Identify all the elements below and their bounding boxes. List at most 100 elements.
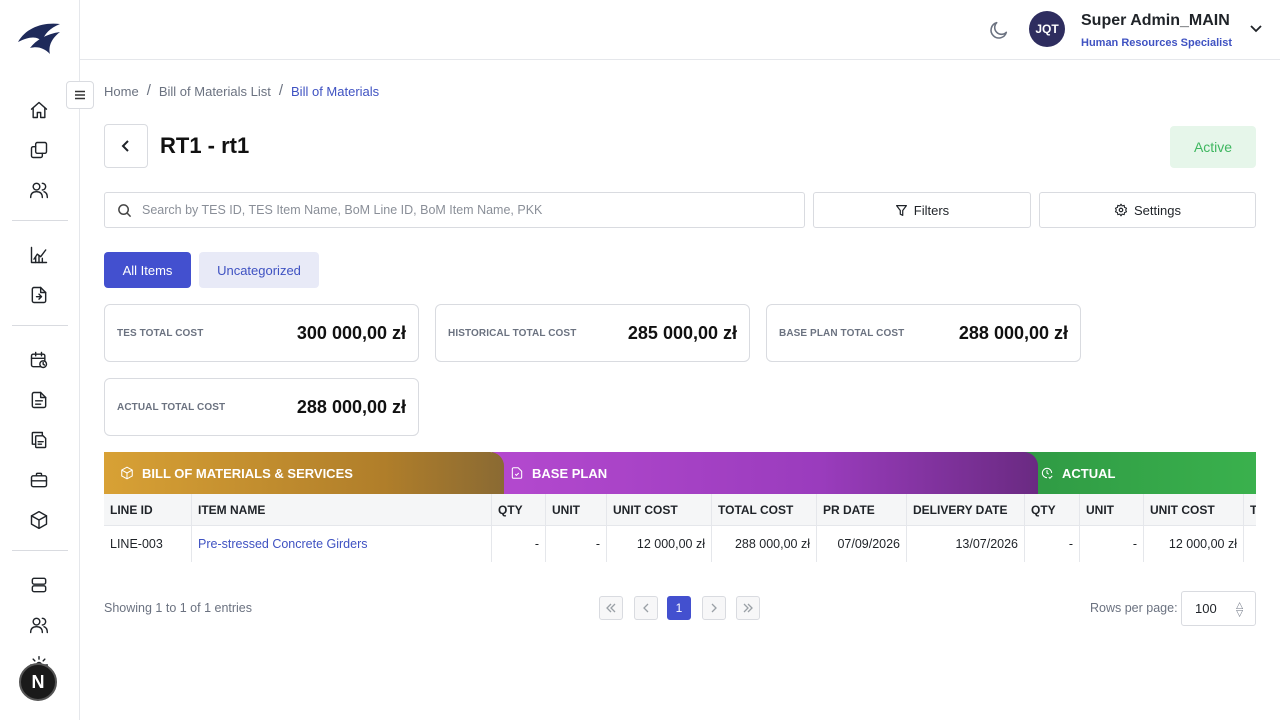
file-check-icon xyxy=(511,467,523,479)
prev-page-button[interactable] xyxy=(634,596,658,620)
cell-qty: - xyxy=(492,526,546,562)
page-title: RT1 - rt1 xyxy=(160,133,250,158)
rows-per-page-value: 100 xyxy=(1195,601,1217,616)
floating-n-badge[interactable]: N xyxy=(19,663,57,701)
filters-label: Filters xyxy=(913,202,950,218)
status-badge: Active xyxy=(1170,126,1256,168)
card-value: 285 000,00 zł xyxy=(627,322,737,343)
base-plan-total-cost-card: BASE PLAN TOTAL COST 288 000,00 zł xyxy=(766,304,1081,362)
tab-all-items[interactable]: All Items xyxy=(104,252,191,288)
user-name: Super Admin_MAIN xyxy=(1081,12,1230,29)
group-label: BASE PLAN xyxy=(532,465,608,481)
tes-total-cost-card: TES TOTAL COST 300 000,00 zł xyxy=(104,304,419,362)
column-header[interactable]: UNIT xyxy=(1080,494,1144,526)
column-header[interactable]: DELIVERY DATE xyxy=(907,494,1025,526)
cell-item-name-link[interactable]: Pre-stressed Concrete Girders xyxy=(192,526,492,562)
breadcrumb-bom-list[interactable]: Bill of Materials List xyxy=(159,84,271,99)
home-icon[interactable] xyxy=(28,99,50,121)
search-icon xyxy=(118,203,132,217)
box-icon xyxy=(121,466,133,480)
copy-document-icon[interactable] xyxy=(28,429,50,451)
column-header[interactable]: TOTAL COST xyxy=(712,494,817,526)
cell-actual-qty: - xyxy=(1025,526,1080,562)
users-icon[interactable] xyxy=(28,179,50,201)
search-bar xyxy=(104,192,805,228)
settings-button[interactable]: Settings xyxy=(1039,192,1256,228)
cell-actual-unit-cost: 12 000,00 zł xyxy=(1144,526,1244,562)
card-value: 288 000,00 zł xyxy=(296,396,406,417)
sidebar-toggle-button[interactable] xyxy=(66,81,94,109)
breadcrumb-separator: / xyxy=(146,82,151,99)
filter-icon xyxy=(895,204,907,216)
cell-line-id: LINE-003 xyxy=(104,526,192,562)
column-header[interactable]: QTY xyxy=(492,494,546,526)
tab-uncategorized[interactable]: Uncategorized xyxy=(199,252,319,288)
chevron-left-icon xyxy=(643,603,649,613)
calendar-clock-icon[interactable] xyxy=(28,349,50,371)
breadcrumb-home[interactable]: Home xyxy=(104,84,139,99)
card-label: ACTUAL TOTAL COST xyxy=(117,401,226,413)
chevrons-right-icon xyxy=(743,603,753,613)
entries-info: Showing 1 to 1 of 1 entries xyxy=(104,601,253,615)
cell-total-cost: 288 000,00 zł xyxy=(712,526,817,562)
app-logo[interactable] xyxy=(16,18,64,58)
chevrons-left-icon xyxy=(606,603,616,613)
column-header[interactable]: UNIT xyxy=(546,494,607,526)
team-icon[interactable] xyxy=(28,614,50,636)
layers-icon[interactable] xyxy=(28,139,50,161)
filters-button[interactable]: Filters xyxy=(813,192,1031,228)
column-header[interactable]: PR DATE xyxy=(817,494,907,526)
last-page-button[interactable] xyxy=(736,596,760,620)
column-header[interactable]: UNIT COST xyxy=(607,494,712,526)
first-page-button[interactable] xyxy=(599,596,623,620)
rows-per-page-label: Rows per page: xyxy=(1090,601,1178,615)
gear-icon xyxy=(1114,203,1128,217)
chevron-right-icon xyxy=(711,603,717,613)
search-input[interactable] xyxy=(142,203,762,217)
cell-unit-cost: 12 000,00 zł xyxy=(607,526,712,562)
group-label: BILL OF MATERIALS & SERVICES xyxy=(142,465,353,481)
column-header[interactable]: ITEM NAME xyxy=(192,494,492,526)
card-label: BASE PLAN TOTAL COST xyxy=(779,327,905,339)
card-label: TES TOTAL COST xyxy=(117,327,204,339)
cell-unit: - xyxy=(546,526,607,562)
column-header[interactable]: QTY xyxy=(1025,494,1080,526)
group-base-plan: BASE PLAN xyxy=(492,452,1038,494)
column-header[interactable]: LINE ID xyxy=(104,494,192,526)
clock-check-icon xyxy=(1041,467,1053,479)
file-import-icon[interactable] xyxy=(28,284,50,306)
table-group-header: BILL OF MATERIALS & SERVICES BASE PLAN A… xyxy=(104,452,1256,494)
rows-per-page-select[interactable]: 100 △ ▽ xyxy=(1181,591,1256,626)
briefcase-icon[interactable] xyxy=(28,469,50,491)
box-icon[interactable] xyxy=(28,509,50,531)
page-button-current[interactable]: 1 xyxy=(667,596,691,620)
next-page-button[interactable] xyxy=(702,596,726,620)
document-icon[interactable] xyxy=(28,389,50,411)
column-header[interactable]: T xyxy=(1244,494,1256,526)
user-role: Human Resources Specialist xyxy=(1081,37,1233,49)
chart-icon[interactable] xyxy=(28,244,50,266)
settings-label: Settings xyxy=(1134,202,1181,218)
breadcrumb: Home / Bill of Materials List / Bill of … xyxy=(104,82,380,99)
bom-table: BILL OF MATERIALS & SERVICES BASE PLAN A… xyxy=(104,452,1256,562)
cell-delivery-date: 13/07/2026 xyxy=(907,526,1025,562)
group-actual: ACTUAL xyxy=(1024,452,1256,494)
group-bill-of-materials: BILL OF MATERIALS & SERVICES xyxy=(104,452,504,494)
breadcrumb-separator: / xyxy=(278,82,284,99)
column-header[interactable]: UNIT COST xyxy=(1144,494,1244,526)
back-button[interactable] xyxy=(104,124,148,168)
moon-icon[interactable] xyxy=(988,19,1010,41)
cell-actual-total xyxy=(1244,526,1256,562)
select-arrows-icon: △ ▽ xyxy=(1236,600,1243,618)
server-icon[interactable] xyxy=(28,574,50,596)
historical-total-cost-card: HISTORICAL TOTAL COST 285 000,00 zł xyxy=(435,304,750,362)
sidebar-divider xyxy=(12,550,68,551)
group-label: ACTUAL xyxy=(1062,465,1116,481)
chevron-left-icon xyxy=(121,140,129,152)
avatar[interactable]: JQT xyxy=(1029,11,1065,47)
menu-icon xyxy=(75,90,85,100)
card-value: 300 000,00 zł xyxy=(296,322,406,343)
chevron-down-icon[interactable] xyxy=(1248,20,1264,36)
breadcrumb-current: Bill of Materials xyxy=(291,84,380,99)
table-row[interactable]: LINE-003 Pre-stressed Concrete Girders -… xyxy=(104,526,1256,562)
